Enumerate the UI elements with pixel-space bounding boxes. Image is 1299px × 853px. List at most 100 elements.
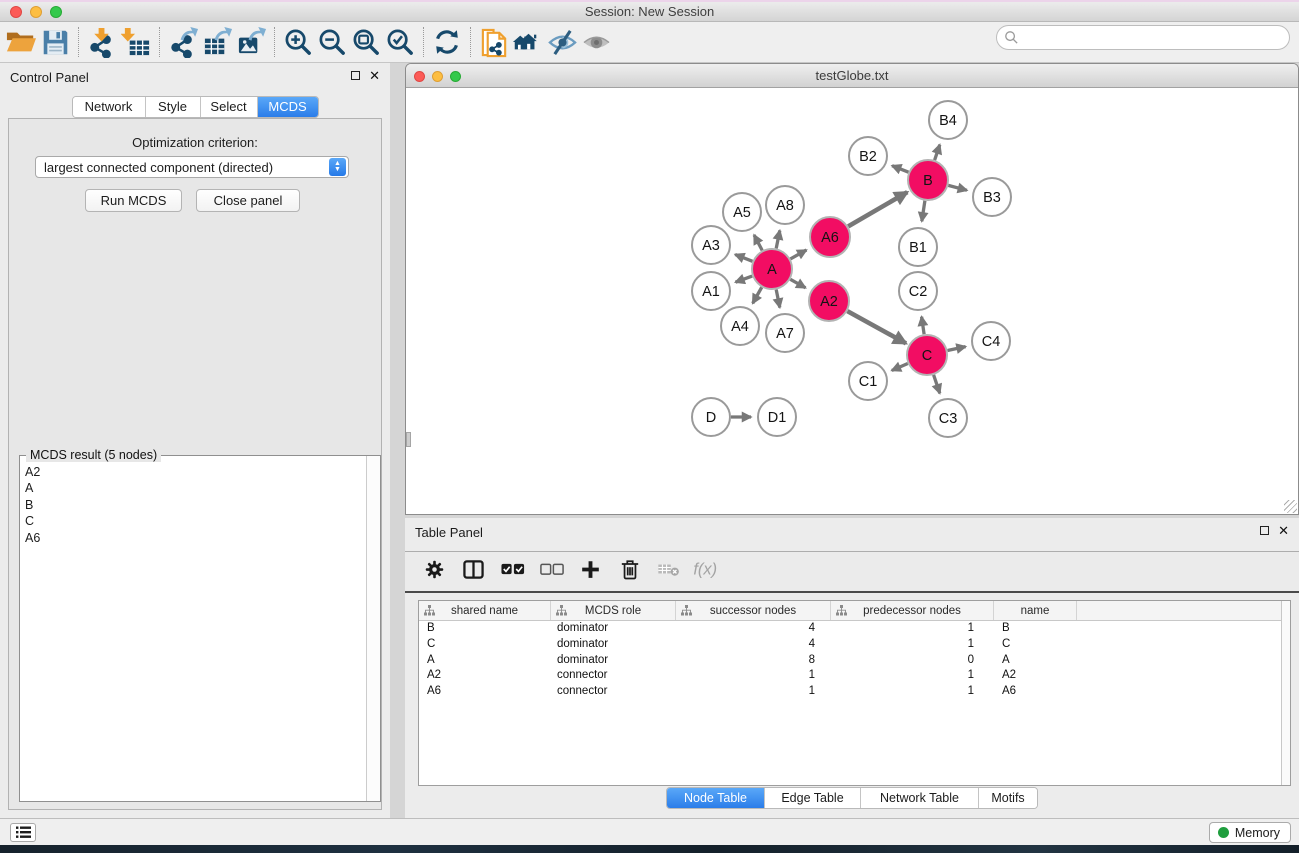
graph-edge-C-C1[interactable] [892,364,908,371]
table-cell[interactable]: 8 [676,653,831,669]
hide-selected-button[interactable] [545,25,579,59]
tab-style[interactable]: Style [146,97,201,117]
graph-node-A1[interactable]: A1 [692,272,730,310]
table-row[interactable]: Cdominator41C [419,637,1290,653]
table-cell[interactable]: C [994,637,1077,653]
open-session-button[interactable] [4,25,38,59]
tab-mcds[interactable]: MCDS [258,97,318,117]
graph-node-A7[interactable]: A7 [766,314,804,352]
graph-edge-B-B3[interactable] [948,185,967,190]
table-cell[interactable]: 4 [676,621,831,637]
graph-node-D1[interactable]: D1 [758,398,796,436]
graph-node-A4[interactable]: A4 [721,307,759,345]
import-table-button[interactable] [119,25,153,59]
table-cell[interactable]: 0 [831,653,994,669]
table-scrollbar[interactable] [1281,601,1290,785]
network-canvas[interactable]: B4B2BB3A8A5A6A3B1AA1C2A2A4A7C4CC1DD1C3 [406,88,1298,514]
graph-edge-C-C2[interactable] [922,317,925,335]
export-table-button[interactable] [200,25,234,59]
duplicate-network-button[interactable] [477,25,511,59]
table-cell[interactable]: A6 [994,684,1077,700]
table-row[interactable]: A2connector11A2 [419,668,1290,684]
zoom-selected-button[interactable] [383,25,417,59]
resize-grip-icon[interactable] [1284,500,1297,513]
criterion-dropdown[interactable]: largest connected component (directed) ▲… [35,156,349,178]
delete-columns-button[interactable] [616,558,643,585]
graph-node-A6[interactable]: A6 [810,217,850,257]
table-row[interactable]: Adominator80A [419,653,1290,669]
select-all-button[interactable] [499,558,526,585]
table-cell[interactable]: 1 [831,684,994,700]
tab-motifs[interactable]: Motifs [979,788,1037,808]
column-header-MCDS-role[interactable]: MCDS role [551,601,676,620]
memory-button[interactable]: Memory [1209,822,1291,843]
table-row[interactable]: A6connector11A6 [419,684,1290,700]
export-network-button[interactable] [166,25,200,59]
graph-edge-B-B1[interactable] [922,201,925,222]
tab-select[interactable]: Select [201,97,258,117]
search-input[interactable] [1019,29,1289,47]
close-table-panel-icon[interactable]: ✕ [1278,525,1289,536]
column-header-predecessor-nodes[interactable]: predecessor nodes [831,601,994,620]
table-row[interactable]: Bdominator41B [419,621,1290,637]
table-cell[interactable]: B [419,621,551,637]
graph-node-B1[interactable]: B1 [899,228,937,266]
graph-node-A2[interactable]: A2 [809,281,849,321]
task-history-button[interactable] [10,823,36,842]
save-session-button[interactable] [38,25,72,59]
close-panel-icon[interactable]: ✕ [369,70,380,81]
float-panel-icon[interactable] [351,71,360,80]
table-cell[interactable]: C [419,637,551,653]
graph-node-C[interactable]: C [907,335,947,375]
table-cell[interactable]: 1 [676,668,831,684]
result-item[interactable]: C [25,513,366,529]
graph-edge-A-A3[interactable] [735,255,752,262]
column-header-name[interactable]: name [994,601,1077,620]
graph-node-A5[interactable]: A5 [723,193,761,231]
graph-node-D[interactable]: D [692,398,730,436]
network-minimize-icon[interactable] [432,71,443,82]
result-item[interactable]: A2 [25,464,366,480]
graph-node-B4[interactable]: B4 [929,101,967,139]
zoom-fit-button[interactable] [349,25,383,59]
import-network-button[interactable] [85,25,119,59]
zoom-window-icon[interactable] [50,6,62,18]
graph-edge-A-A4[interactable] [753,287,762,303]
tab-edge-table[interactable]: Edge Table [765,788,861,808]
first-neighbors-button[interactable] [511,25,545,59]
graph-edge-B-B4[interactable] [935,145,940,160]
graph-node-A8[interactable]: A8 [766,186,804,224]
column-header-successor-nodes[interactable]: successor nodes [676,601,831,620]
tab-node-table[interactable]: Node Table [667,788,765,808]
graph-node-C2[interactable]: C2 [899,272,937,310]
graph-edge-A2-C[interactable] [847,311,906,343]
table-cell[interactable]: dominator [551,653,676,669]
table-cell[interactable]: connector [551,668,676,684]
graph-edge-C-C4[interactable] [948,347,966,351]
settings-gear-button[interactable] [421,558,448,585]
tab-network-table[interactable]: Network Table [861,788,979,808]
table-cell[interactable]: A2 [419,668,551,684]
table-cell[interactable]: A2 [994,668,1077,684]
table-cell[interactable]: 1 [831,621,994,637]
table-cell[interactable]: 4 [676,637,831,653]
table-cell[interactable]: 1 [676,684,831,700]
minimize-window-icon[interactable] [30,6,42,18]
graph-edge-A-A6[interactable] [790,250,806,259]
table-cell[interactable]: 1 [831,668,994,684]
table-cell[interactable]: dominator [551,637,676,653]
result-item[interactable]: A [25,480,366,496]
graph-edge-A-A1[interactable] [736,276,753,282]
table-cell[interactable]: A [994,653,1077,669]
column-header-shared-name[interactable]: shared name [419,601,551,620]
table-cell[interactable]: dominator [551,621,676,637]
search-box[interactable] [996,25,1290,50]
graph-edge-C-C3[interactable] [934,375,940,393]
float-table-panel-icon[interactable] [1260,526,1269,535]
graph-node-C3[interactable]: C3 [929,399,967,437]
show-all-button[interactable] [579,25,613,59]
graph-node-C1[interactable]: C1 [849,362,887,400]
table-cell[interactable]: connector [551,684,676,700]
close-panel-button[interactable]: Close panel [196,189,300,212]
network-window-titlebar[interactable]: testGlobe.txt [406,64,1298,88]
